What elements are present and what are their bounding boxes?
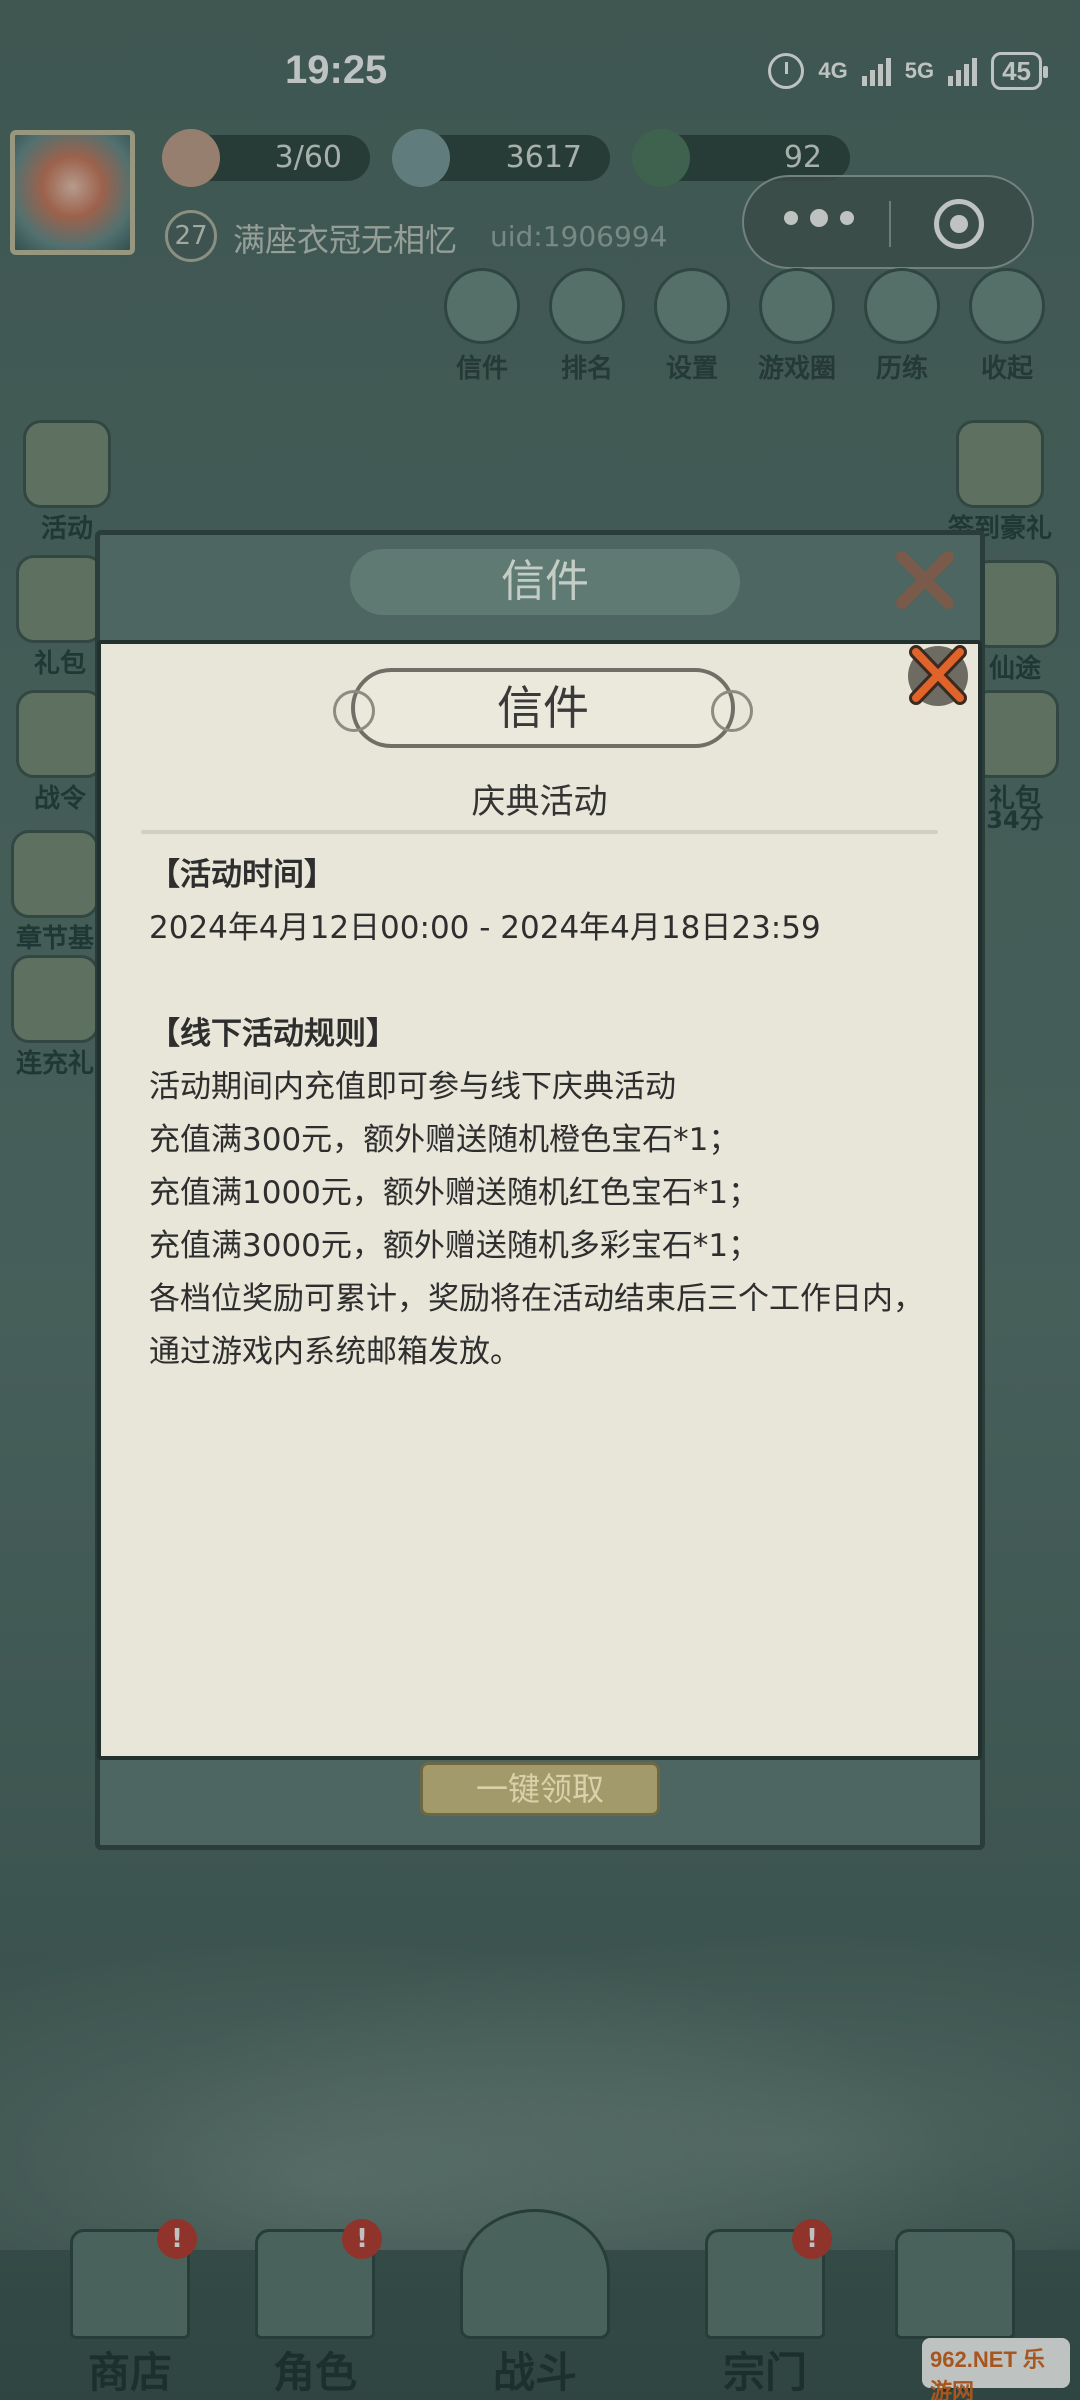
- rules-heading: 【线下活动规则】: [149, 1016, 397, 1052]
- rule-line: 充值满3000元，额外赠送随机多彩宝石*1；: [149, 1228, 760, 1264]
- letter-title: 信件: [333, 668, 753, 748]
- claim-all-button[interactable]: 一键领取: [420, 1762, 660, 1816]
- letter-body: 【活动时间】 2024年4月12日00:00 - 2024年4月18日23:59…: [149, 849, 938, 1379]
- subject-divider: [141, 830, 938, 834]
- letter-subject: 庆典活动: [471, 782, 608, 822]
- rule-line: 各档位奖励可累计，奖励将在活动结束后三个工作日内，通过游戏内系统邮箱发放。: [149, 1281, 924, 1370]
- time-heading: 【活动时间】: [149, 857, 335, 893]
- letter-dialog: 信件 庆典活动 【活动时间】 2024年4月12日00:00 - 2024年4月…: [97, 640, 982, 1760]
- time-range: 2024年4月12日00:00 - 2024年4月18日23:59: [149, 910, 821, 946]
- rule-line: 活动期间内充值即可参与线下庆典活动: [149, 1069, 676, 1105]
- rule-line: 充值满1000元，额外赠送随机红色宝石*1；: [149, 1175, 760, 1211]
- close-icon[interactable]: [898, 634, 978, 714]
- rule-line: 充值满300元，额外赠送随机橙色宝石*1；: [149, 1122, 740, 1158]
- close-icon[interactable]: [892, 547, 958, 613]
- mail-list-title: 信件: [350, 549, 740, 615]
